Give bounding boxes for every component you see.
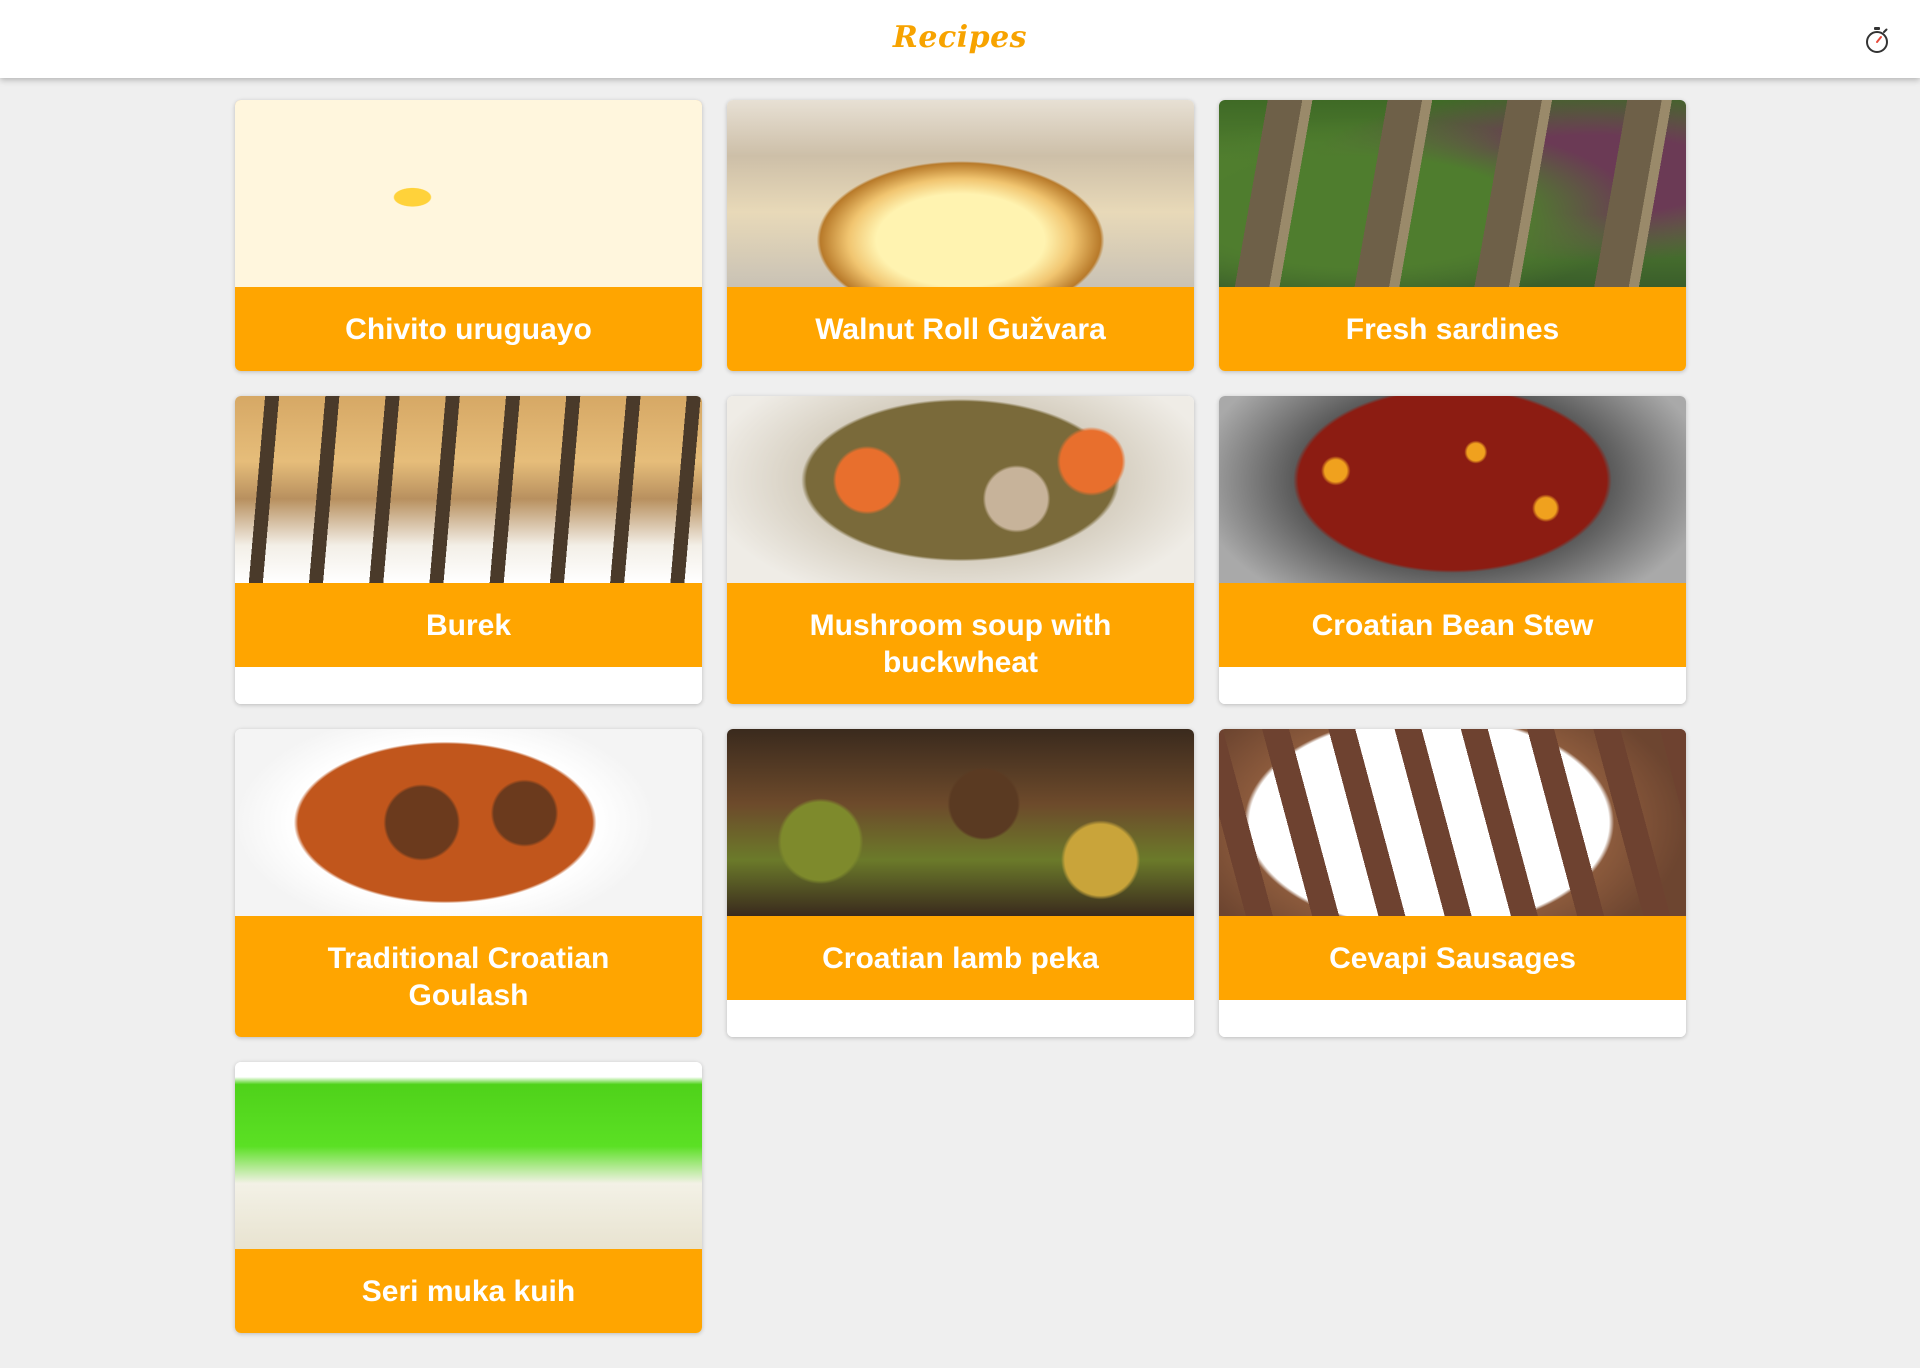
- recipe-photo: [727, 396, 1194, 583]
- recipe-title: Mushroom soup with buckwheat: [727, 583, 1194, 704]
- card-footer: [1219, 667, 1686, 704]
- recipe-photo: [235, 1062, 702, 1249]
- recipe-card[interactable]: Croatian Bean Stew: [1219, 396, 1686, 704]
- recipe-photo: [727, 729, 1194, 916]
- recipe-title: Seri muka kuih: [235, 1249, 702, 1333]
- card-footer: [235, 667, 702, 704]
- app-title[interactable]: Recipes: [0, 20, 1920, 55]
- recipe-grid: Chivito uruguayo Walnut Roll Gužvara Fre…: [235, 100, 1686, 1333]
- recipe-card[interactable]: Walnut Roll Gužvara: [727, 100, 1194, 371]
- app-header: Recipes: [0, 0, 1920, 78]
- recipe-title: Cevapi Sausages: [1219, 916, 1686, 1000]
- recipe-photo: [235, 396, 702, 583]
- card-footer: [727, 1000, 1194, 1037]
- recipe-card[interactable]: Fresh sardines: [1219, 100, 1686, 371]
- recipe-card[interactable]: Seri muka kuih: [235, 1062, 702, 1333]
- recipe-card[interactable]: Traditional Croatian Goulash: [235, 729, 702, 1037]
- timer-button[interactable]: [1862, 25, 1892, 55]
- recipe-title: Burek: [235, 583, 702, 667]
- recipe-photo: [235, 729, 702, 916]
- recipe-card[interactable]: Croatian lamb peka: [727, 729, 1194, 1037]
- recipe-photo: [1219, 729, 1686, 916]
- recipe-title: Walnut Roll Gužvara: [727, 287, 1194, 371]
- recipe-photo: [235, 100, 702, 287]
- recipe-title: Fresh sardines: [1219, 287, 1686, 371]
- stopwatch-icon: [1866, 27, 1888, 53]
- recipe-title: Traditional Croatian Goulash: [235, 916, 702, 1037]
- recipe-card[interactable]: Mushroom soup with buckwheat: [727, 396, 1194, 704]
- recipe-card[interactable]: Cevapi Sausages: [1219, 729, 1686, 1037]
- recipe-photo: [1219, 100, 1686, 287]
- recipe-title: Chivito uruguayo: [235, 287, 702, 371]
- recipe-card[interactable]: Burek: [235, 396, 702, 704]
- card-footer: [1219, 1000, 1686, 1037]
- recipe-card[interactable]: Chivito uruguayo: [235, 100, 702, 371]
- recipe-photo: [1219, 396, 1686, 583]
- recipe-title: Croatian lamb peka: [727, 916, 1194, 1000]
- recipe-title: Croatian Bean Stew: [1219, 583, 1686, 667]
- recipe-photo: [727, 100, 1194, 287]
